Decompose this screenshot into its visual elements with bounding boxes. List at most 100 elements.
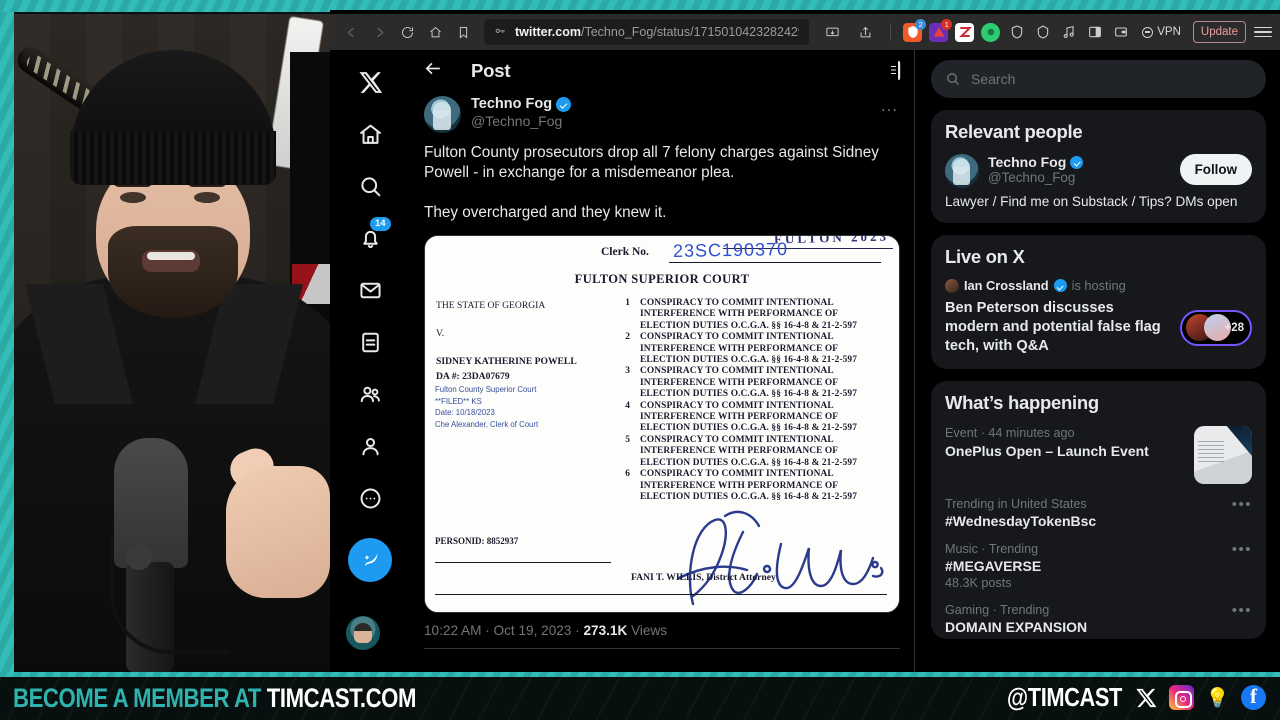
live-host-name[interactable]: Ian Crossland: [964, 278, 1049, 293]
tweet-divider: [424, 648, 900, 649]
host-avatar[interactable]: [945, 278, 959, 293]
relevant-person-handle[interactable]: @Techno_Fog: [988, 170, 1171, 185]
trend-name: #WednesdayTokenBsc: [945, 513, 1097, 529]
forward-icon[interactable]: [366, 19, 392, 45]
browser-toolbar: twitter.com/Techno_Fog/status/1715010423…: [330, 14, 1280, 50]
charge-line: 4 CONSPIRACY TO COMMIT INTENTIONAL: [621, 401, 893, 412]
person-id: PERSONID: 8852937: [435, 536, 519, 546]
charge-text-line: INTERFERENCE WITH PERFORMANCE OF: [640, 343, 839, 354]
share-icon[interactable]: [852, 19, 878, 45]
home-icon[interactable]: [422, 19, 448, 45]
charge-text-line: ELECTION DUTIES O.C.G.A. §§ 16-4-8 & 21-…: [640, 491, 858, 502]
host-beanie: [70, 50, 276, 185]
sidebar-item-notifications[interactable]: 14: [346, 214, 394, 262]
instagram-icon: [1169, 685, 1194, 710]
x-icon: [1133, 685, 1158, 710]
x-sidebar-nav: 14: [330, 50, 410, 672]
sidebar-item-home[interactable]: [346, 110, 394, 158]
follow-button[interactable]: Follow: [1179, 154, 1252, 185]
shield-icon[interactable]: [1007, 23, 1026, 42]
music-note-icon[interactable]: [1059, 23, 1078, 42]
tweet-more-icon[interactable]: ...: [879, 96, 900, 116]
sidebar-item-communities[interactable]: [346, 370, 394, 418]
trend-item[interactable]: Gaming · Trending DOMAIN EXPANSION •••: [945, 590, 1252, 635]
charge-line: ELECTION DUTIES O.C.G.A. §§ 16-4-8 & 21-…: [621, 492, 893, 503]
back-icon[interactable]: [424, 59, 443, 83]
sidebar-item-profile[interactable]: [346, 422, 394, 470]
sidebar-item-explore[interactable]: [346, 162, 394, 210]
document-versus: V.: [436, 328, 445, 339]
trend-item-event[interactable]: Event · 44 minutes ago OnePlus Open – Lau…: [945, 414, 1252, 484]
site-permissions-icon[interactable]: [494, 26, 507, 39]
trend-more-icon[interactable]: •••: [1232, 603, 1252, 618]
eye-left: [120, 192, 146, 203]
trend-category: Music · Trending: [945, 542, 1039, 556]
ublock-icon[interactable]: [1033, 23, 1052, 42]
zotero-icon[interactable]: [955, 22, 975, 42]
host-beard: [108, 226, 238, 318]
stamp-line-1: Fulton County Superior Court: [435, 385, 537, 394]
bookmark-icon[interactable]: [450, 19, 476, 45]
charge-line: INTERFERENCE WITH PERFORMANCE OF: [621, 446, 893, 457]
green-circle-icon[interactable]: [981, 22, 1001, 42]
compose-post-button[interactable]: [348, 538, 392, 582]
back-icon[interactable]: [338, 19, 364, 45]
trend-item[interactable]: Music · Trending #MEGAVERSE 48.3K posts •••: [945, 529, 1252, 590]
charge-line: 2 CONSPIRACY TO COMMIT INTENTIONAL: [621, 332, 893, 343]
live-host-row: Ian Crossland is hosting: [945, 278, 1252, 293]
membership-callout: BECOME A MEMBER AT TIMCAST.COM: [13, 683, 416, 714]
sidebar-item-more[interactable]: [346, 474, 394, 522]
trend-more-icon[interactable]: •••: [1232, 497, 1252, 512]
vpn-button[interactable]: VPN: [1136, 26, 1187, 38]
post-column: Post Techno Fog @Techno_Fog ... Fulton C…: [410, 50, 915, 672]
url-domain: twitter.com: [515, 25, 581, 39]
author-handle[interactable]: @Techno_Fog: [471, 113, 869, 129]
install-app-icon[interactable]: [819, 19, 845, 45]
search-box[interactable]: Search: [931, 60, 1266, 98]
tweet-date: Oct 19, 2023: [493, 623, 572, 638]
wallet-icon[interactable]: [1111, 23, 1130, 42]
stamp-line-4: Che Alexander, Clerk of Court: [435, 419, 539, 429]
search-icon: [947, 73, 960, 86]
live-space-row[interactable]: Ben Peterson discusses modern and potent…: [945, 299, 1252, 356]
live-listeners-pill[interactable]: +28: [1180, 309, 1252, 346]
warning-triangle-icon[interactable]: 1: [929, 18, 953, 42]
relevant-people-card: Relevant people Techno Fog @Techno_Fog F…: [931, 110, 1266, 223]
update-button[interactable]: Update: [1192, 21, 1246, 43]
x-app: 14 Post Techno Fog @Techno_Fog ... Fulto…: [330, 50, 1280, 672]
relevant-people-title: Relevant people: [945, 121, 1083, 142]
reader-mode-icon[interactable]: [898, 61, 900, 80]
relevant-person-row[interactable]: Techno Fog @Techno_Fog Follow: [945, 154, 1252, 188]
trend-more-icon[interactable]: •••: [1232, 542, 1252, 557]
facebook-icon: [1241, 684, 1266, 710]
charge-count-number: 3: [625, 366, 630, 377]
tweet-image-court-document[interactable]: FULTON 2023 Clerk No. 23SC190370 FULTON …: [424, 235, 900, 613]
charge-count-number: [621, 412, 630, 423]
sidebar-item-messages[interactable]: [346, 266, 394, 314]
browser-menu-icon[interactable]: [1254, 21, 1272, 43]
sidebar-panel-icon[interactable]: [1085, 23, 1104, 42]
minds-bulb-icon: 💡: [1205, 687, 1230, 709]
reload-icon[interactable]: [394, 19, 420, 45]
court-name: FULTON SUPERIOR COURT: [574, 272, 750, 286]
relevant-person-name[interactable]: Techno Fog: [988, 154, 1066, 170]
x-logo-icon[interactable]: [346, 58, 394, 106]
trend-category: Gaming · Trending: [945, 603, 1050, 617]
charge-count-number: 1: [625, 298, 630, 308]
sidebar-item-lists[interactable]: [346, 318, 394, 366]
avatar[interactable]: [424, 96, 461, 133]
trend-category: Trending in United States: [945, 497, 1087, 511]
stream-frame-left: [0, 12, 14, 672]
avatar[interactable]: [945, 154, 979, 188]
post-header: Post: [410, 50, 914, 92]
trend-item[interactable]: Trending in United States #WednesdayToken…: [945, 484, 1252, 529]
search-placeholder: Search: [971, 71, 1016, 87]
author-display-name[interactable]: Techno Fog: [471, 96, 552, 112]
account-avatar[interactable]: [346, 616, 380, 650]
address-bar[interactable]: twitter.com/Techno_Fog/status/1715010423…: [484, 19, 810, 45]
charge-text-line: ELECTION DUTIES O.C.G.A. §§ 16-4-8 & 21-…: [640, 457, 858, 468]
stream-lower-third: BECOME A MEMBER AT TIMCAST.COM @TIMCAST …: [0, 672, 1280, 720]
brave-shields-badge: 2: [915, 18, 927, 30]
microphone-cable: [110, 534, 230, 654]
brave-shields-icon[interactable]: 2: [903, 18, 927, 42]
